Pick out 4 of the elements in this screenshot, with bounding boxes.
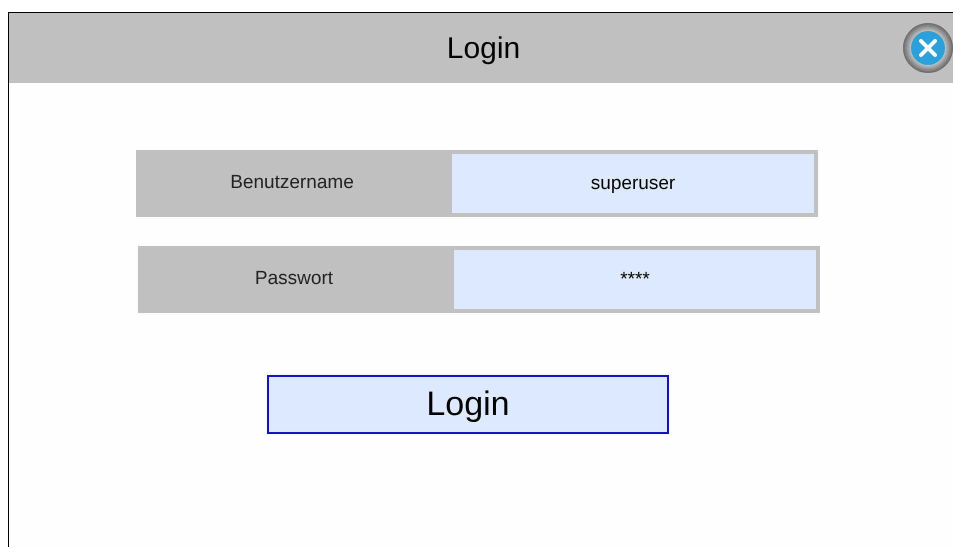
- field-label: Passwort: [254, 267, 334, 292]
- login-button[interactable]: Login: [267, 375, 669, 434]
- field-label: Benutzername: [230, 171, 354, 196]
- window-title: Login: [446, 30, 520, 66]
